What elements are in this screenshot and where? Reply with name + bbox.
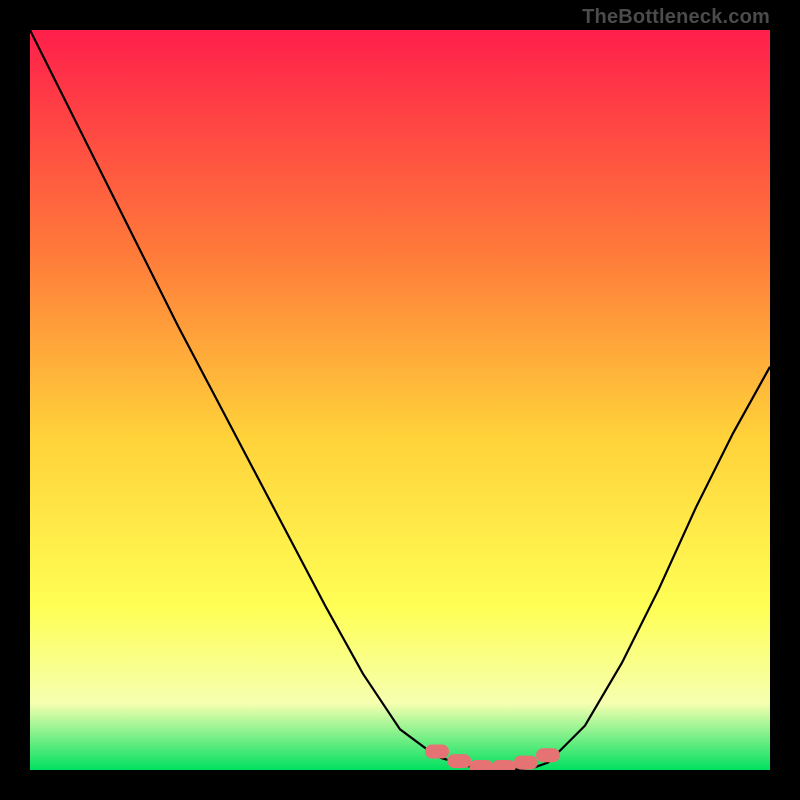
- highlight-marker: [447, 754, 471, 768]
- highlight-marker: [469, 760, 493, 770]
- highlight-marker: [492, 760, 516, 770]
- highlight-marker: [425, 745, 449, 759]
- bottleneck-chart: [30, 30, 770, 770]
- gradient-background: [30, 30, 770, 770]
- highlight-marker: [514, 756, 538, 770]
- highlight-marker: [536, 748, 560, 762]
- watermark-text: TheBottleneck.com: [582, 6, 770, 29]
- chart-frame: [30, 30, 770, 770]
